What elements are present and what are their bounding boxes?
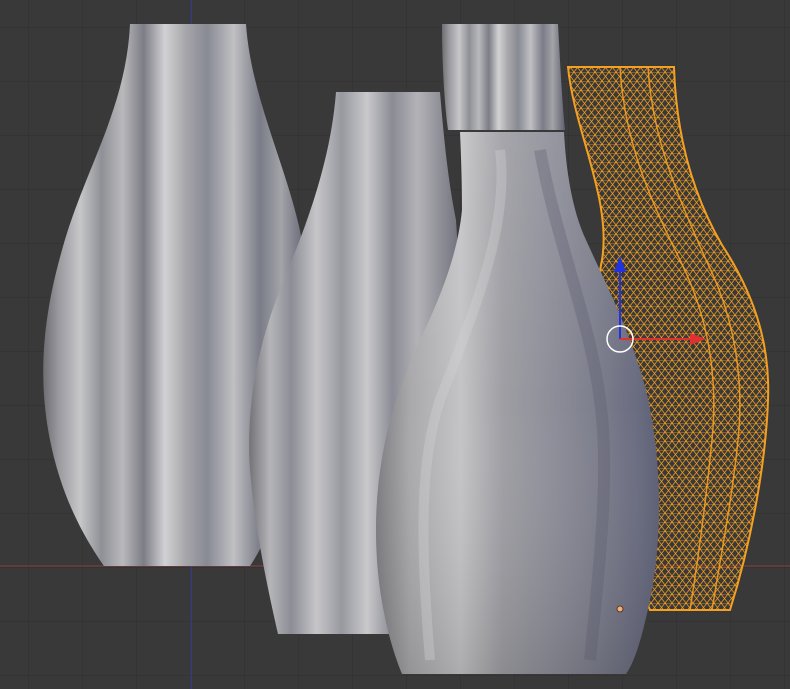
viewport-canvas[interactable] (0, 0, 790, 689)
3d-cursor-icon (616, 605, 624, 613)
3d-viewport[interactable] (0, 0, 790, 689)
vase-back[interactable] (442, 24, 565, 130)
